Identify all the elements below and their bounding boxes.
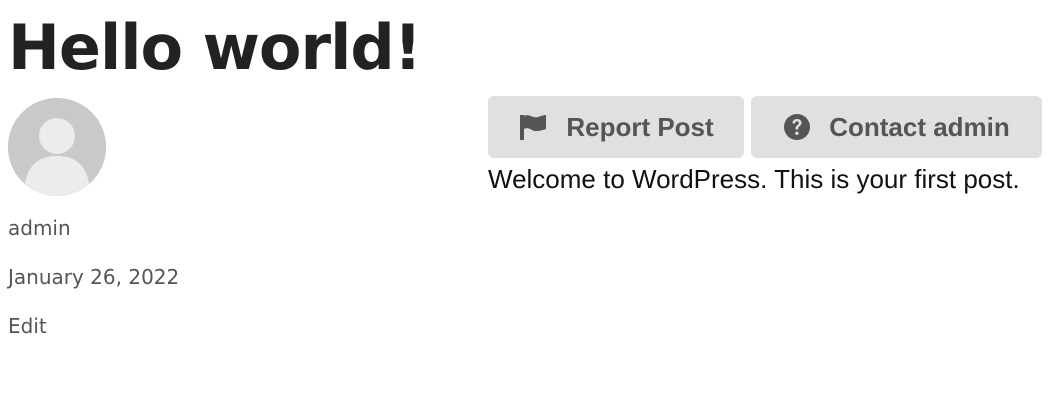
question-circle-icon bbox=[783, 113, 811, 141]
edit-link[interactable]: Edit bbox=[8, 313, 47, 339]
report-post-button[interactable]: Report Post bbox=[488, 96, 744, 158]
post-title: Hello world! bbox=[8, 11, 422, 84]
author-avatar bbox=[8, 98, 106, 196]
post-page: Hello world! admin January 26, 2022 Edit… bbox=[0, 0, 1056, 408]
contact-admin-button[interactable]: Contact admin bbox=[751, 96, 1042, 158]
post-author[interactable]: admin bbox=[8, 215, 71, 241]
flag-icon bbox=[518, 113, 548, 141]
post-content: Welcome to WordPress. This is your first… bbox=[488, 164, 1020, 194]
contact-admin-label: Contact admin bbox=[829, 111, 1010, 142]
report-post-label: Report Post bbox=[566, 111, 714, 142]
post-date[interactable]: January 26, 2022 bbox=[8, 264, 179, 290]
default-avatar-icon bbox=[8, 98, 106, 196]
